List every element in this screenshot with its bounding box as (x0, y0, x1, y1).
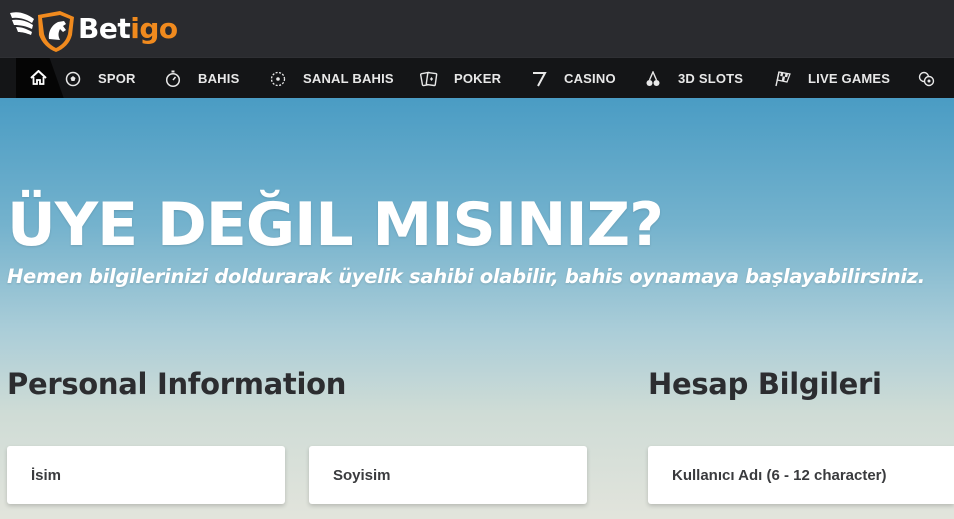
username-input[interactable] (670, 465, 954, 485)
home-icon (30, 70, 47, 85)
nav-label: CASINO (564, 71, 616, 86)
last-name-field[interactable] (309, 446, 587, 504)
nav-item-bahis[interactable]: BAHIS (164, 58, 239, 99)
main-nav: SPOR BAHIS SANAL BAHIS POKER CASINO 3D S… (0, 57, 954, 99)
logo-text-igo: igo (130, 12, 178, 45)
first-name-input[interactable] (29, 465, 285, 485)
account-info-heading: Hesap Bilgileri (648, 367, 882, 401)
personal-information-heading: Personal Information (7, 367, 347, 401)
nav-item-more[interactable] (918, 58, 952, 99)
nav-label: LIVE GAMES (808, 71, 891, 86)
cherry-icon (644, 70, 662, 88)
seven-icon (530, 70, 548, 88)
nav-label: BAHIS (198, 71, 240, 86)
last-name-input[interactable] (331, 465, 587, 485)
nav-label: POKER (454, 71, 502, 86)
betigo-logo[interactable]: Betigo (8, 4, 178, 54)
stopwatch-icon (164, 70, 182, 88)
nav-item-live-games[interactable]: LIVE GAMES (774, 58, 890, 99)
pegasus-shield-icon (10, 11, 74, 52)
cards-icon (420, 70, 438, 88)
nav-label: SPOR (98, 71, 136, 86)
home-button[interactable] (16, 58, 64, 99)
chips-icon (918, 70, 936, 88)
nav-label: SANAL BAHIS (303, 71, 394, 86)
page-subtitle: Hemen bilgilerinizi doldurarak üyelik sa… (7, 265, 925, 288)
logo-text: Betigo (78, 15, 178, 43)
virtual-ball-icon (269, 70, 287, 88)
nav-item-spor[interactable]: SPOR (64, 58, 136, 99)
nav-item-poker[interactable]: POKER (420, 58, 501, 99)
logo-text-bet: Bet (78, 12, 131, 45)
top-header: Betigo (0, 0, 954, 57)
soccer-ball-icon (64, 70, 82, 88)
nav-label: 3D SLOTS (678, 71, 744, 86)
nav-item-sanal-bahis[interactable]: SANAL BAHIS (269, 58, 394, 99)
username-field[interactable] (648, 446, 954, 504)
checkered-flag-icon (774, 70, 792, 88)
first-name-field[interactable] (7, 446, 285, 504)
page-title: ÜYE DEĞIL MISINIZ? (7, 190, 664, 260)
nav-item-3d-slots[interactable]: 3D SLOTS (644, 58, 743, 99)
nav-item-casino[interactable]: CASINO (530, 58, 616, 99)
